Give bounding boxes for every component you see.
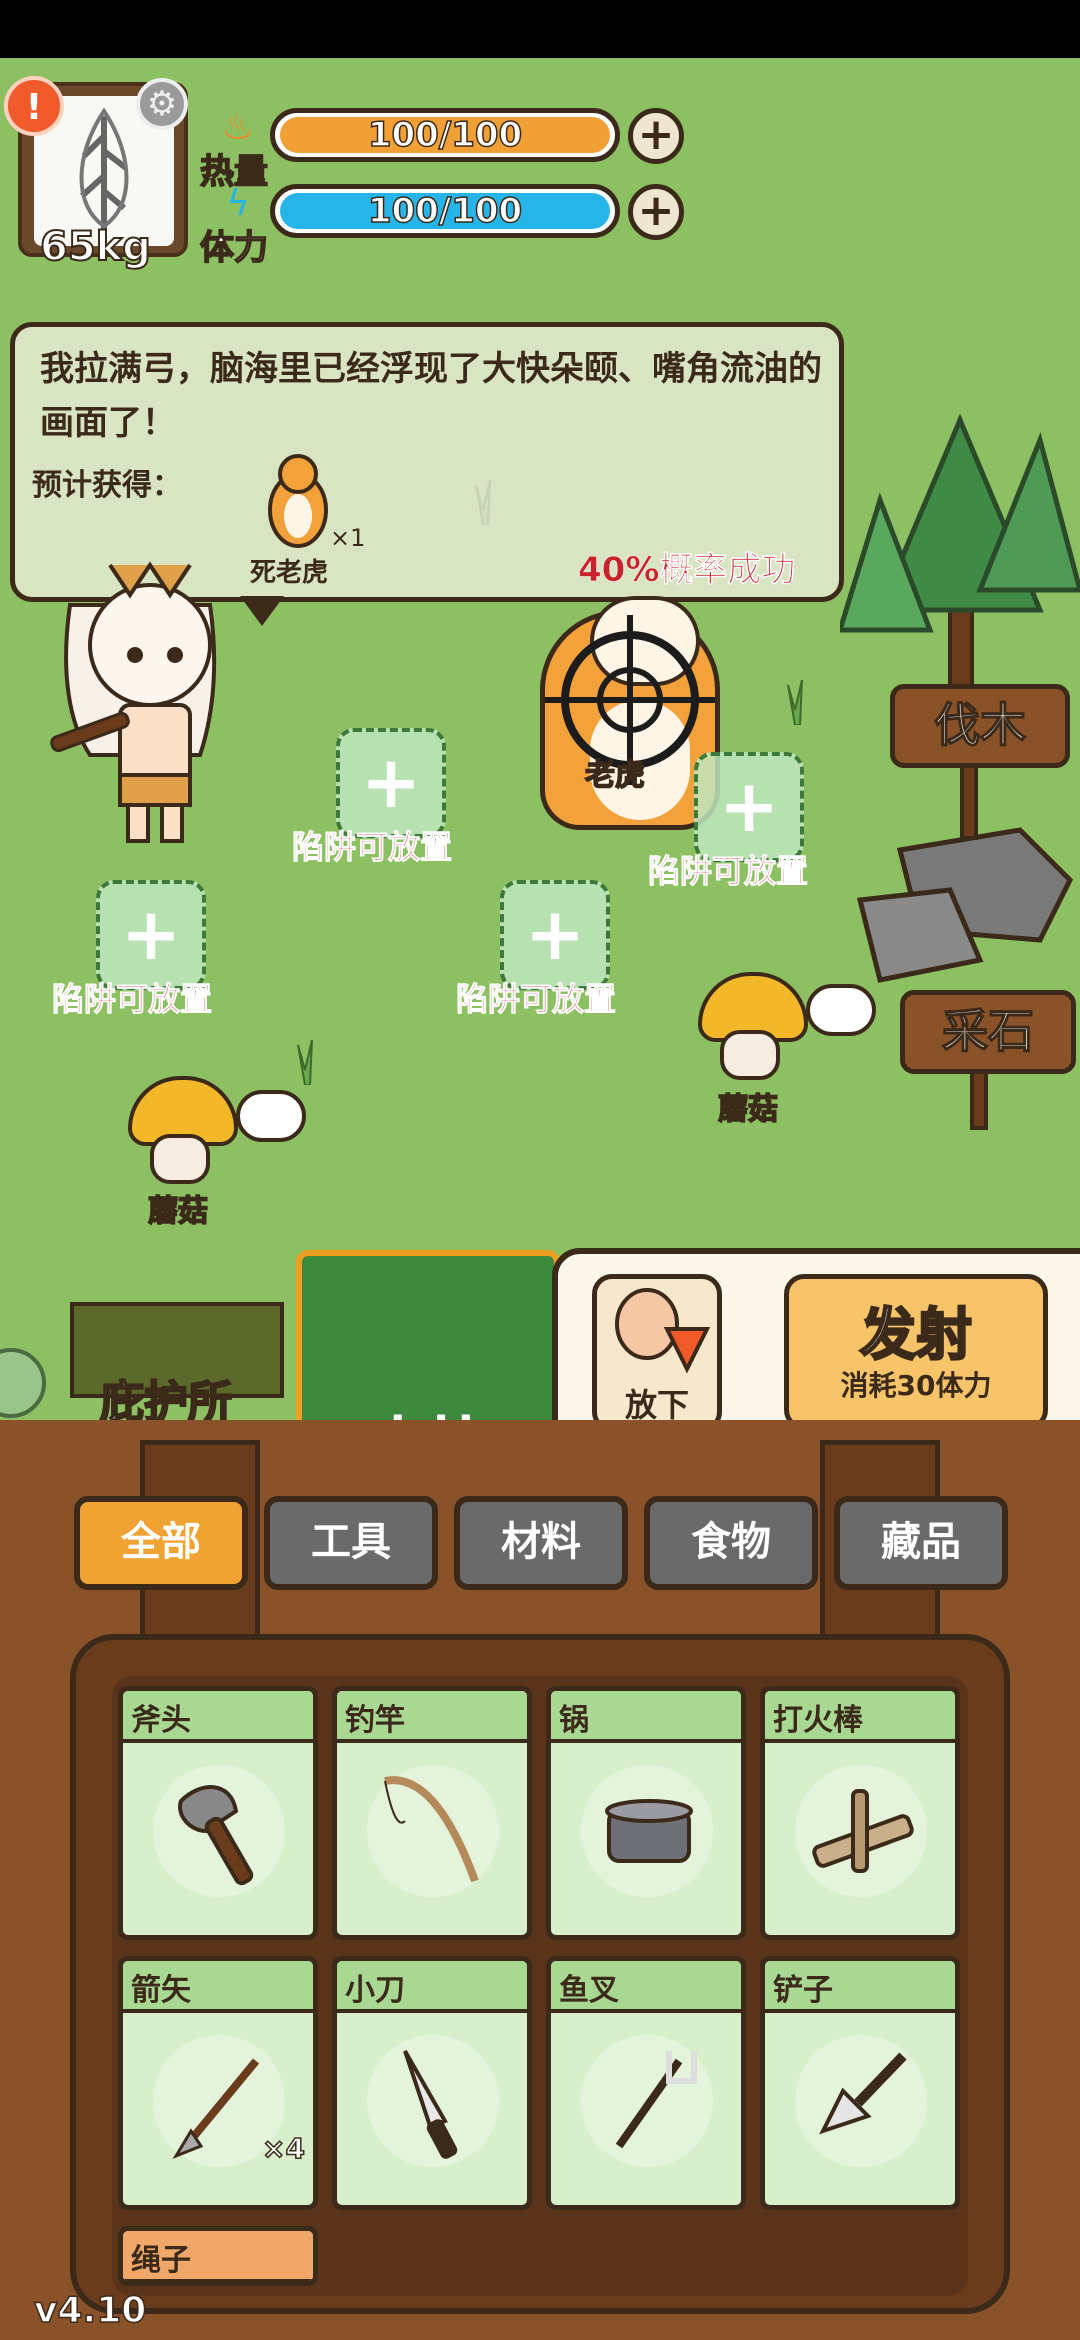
fire-label: 发射 [859, 1302, 974, 1370]
trees [836, 410, 1080, 710]
inventory-item-fish-spear[interactable]: 鱼叉 [546, 1956, 746, 2210]
trap-slot-label: 陷阱可放置 [51, 980, 213, 1019]
inventory-item-pot[interactable]: 锅 [546, 1686, 746, 1940]
tab-food[interactable]: 食物 [644, 1496, 818, 1590]
fishing-rod-icon [384, 1776, 479, 1883]
tab-tools[interactable]: 工具 [264, 1496, 438, 1590]
heat-value: 100/100 [367, 114, 523, 156]
stamina-bar: 100/100 [270, 184, 620, 238]
stat-label-stamina: 体力 [199, 227, 269, 269]
item-quantity: ×4 [261, 2131, 305, 2166]
item-name: 锅 [559, 1703, 589, 1738]
knife-icon [403, 2050, 458, 2159]
trap-slot-label: 陷阱可放置 [291, 828, 453, 867]
mushroom-label: 蘑菇 [147, 1193, 209, 1230]
add-stamina-button[interactable]: + [628, 184, 684, 240]
pot-icon [605, 1799, 693, 1863]
gear-icon[interactable]: ⚙ [136, 78, 188, 130]
mushroom-stem [150, 1134, 210, 1184]
reward-quantity: ×1 [330, 524, 366, 552]
inventory-item-knife[interactable]: 小刀 [332, 1956, 532, 2210]
item-name: 小刀 [345, 1973, 405, 2008]
trap-slot-label: 陷阱可放置 [647, 852, 809, 891]
stamina-value: 100/100 [367, 190, 523, 232]
dialog-text: 我拉满弓，脑海里已经浮现了大快朵颐、嘴角流油的画面了！ [40, 349, 822, 443]
reward-name: 死老虎 [250, 558, 329, 588]
item-name: 打火棒 [773, 1703, 863, 1738]
grass-tuft [780, 679, 810, 726]
status-bar [0, 0, 1080, 58]
quarry-sign[interactable]: 采石 [900, 990, 1076, 1074]
drop-hand-icon [615, 1288, 711, 1374]
tab-materials[interactable]: 材料 [454, 1496, 628, 1590]
dead-tiger-icon [258, 450, 338, 550]
item-name: 箭矢 [131, 1973, 191, 2008]
mushroom-label: 蘑菇 [717, 1091, 779, 1128]
item-name: 绳子 [131, 2243, 191, 2278]
hand-pointer-icon [806, 984, 876, 1036]
item-name: 铲子 [773, 1973, 833, 2008]
dialog-tail [240, 596, 284, 626]
inventory-item-rope[interactable]: 绳子 [118, 2226, 318, 2286]
fire-drill-icon [812, 1789, 914, 1873]
alert-icon[interactable]: ! [4, 76, 64, 136]
player-character [50, 535, 230, 845]
item-name: 钓竿 [345, 1703, 405, 1738]
inventory-item-axe[interactable]: 斧头 [118, 1686, 318, 1940]
hand-pointer-icon [236, 1090, 306, 1142]
chop-wood-sign[interactable]: 伐木 [890, 684, 1070, 768]
tab-all[interactable]: 全部 [74, 1496, 248, 1590]
inventory-item-fishing-rod[interactable]: 钓竿 [332, 1686, 532, 1940]
tiger-label: 老虎 [584, 757, 646, 794]
item-name: 鱼叉 [559, 1973, 619, 2008]
trap-slot-label: 陷阱可放置 [455, 980, 617, 1019]
grass-tuft [290, 1039, 320, 1086]
tab-collectibles[interactable]: 藏品 [834, 1496, 1008, 1590]
fire-cost-label: 消耗30体力 [840, 1369, 992, 1402]
version-label: v4.10 [33, 2289, 147, 2332]
inventory-item-arrow[interactable]: 箭矢 ×4 [118, 1956, 318, 2210]
heat-bar: 100/100 [270, 108, 620, 162]
success-probability: 40%概率成功 [578, 550, 796, 591]
inventory-item-fire-drill[interactable]: 打火棒 [760, 1686, 960, 1940]
shovel-icon [819, 2052, 907, 2135]
inventory-item-shovel[interactable]: 铲子 [760, 1956, 960, 2210]
player-weight: 65kg [39, 223, 152, 271]
mushroom-stem [720, 1030, 780, 1080]
expected-reward-label: 预计获得： [32, 468, 182, 503]
item-name: 斧头 [131, 1703, 191, 1738]
axe-icon [178, 1785, 254, 1886]
fish-spear-icon [615, 2051, 697, 2149]
add-heat-button[interactable]: + [628, 108, 684, 164]
sign-post [960, 760, 978, 840]
rocks [840, 820, 1080, 1000]
